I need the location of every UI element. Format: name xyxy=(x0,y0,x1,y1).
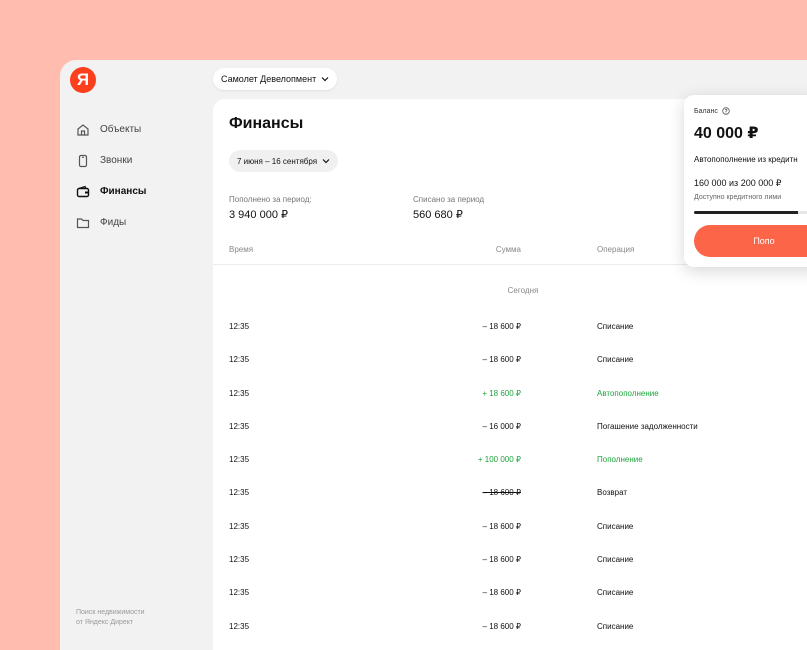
footer-line: от Яндекс Директ xyxy=(76,619,134,626)
row-time: 12:35 xyxy=(229,355,250,365)
row-sum: – 16 000 ₽ xyxy=(482,421,521,431)
row-operation: Автопополнение xyxy=(597,388,659,398)
row-operation: Погашение задолженности xyxy=(597,421,698,431)
row-time: 12:35 xyxy=(229,588,250,598)
group-label-today: Сегодня xyxy=(507,286,539,295)
row-time: 12:35 xyxy=(229,521,250,531)
credit-available-label: Доступно кредитного лими xyxy=(694,194,782,201)
row-time: 12:35 xyxy=(229,388,250,398)
row-operation: Списание xyxy=(597,621,634,631)
row-time: 12:35 xyxy=(229,488,250,498)
sidebar-item-label: Финансы xyxy=(100,186,147,197)
row-operation: Списание xyxy=(597,355,634,365)
credit-limit-fill xyxy=(694,211,798,214)
row-operation: Списание xyxy=(597,521,634,531)
table-row[interactable]: 12:35 + 100 000 ₽ Пополнение xyxy=(213,448,807,481)
wallet-icon xyxy=(76,185,90,197)
transactions-list: 12:35 – 18 600 ₽ Списание 12:35 – 18 600 ₽ С… xyxy=(213,315,807,648)
row-sum: – 18 600 ₽ xyxy=(482,621,521,631)
row-sum: + 18 600 ₽ xyxy=(482,388,521,398)
table-row[interactable]: 12:35 – 18 600 ₽ Списание xyxy=(213,315,807,348)
yandex-logo[interactable]: Я xyxy=(70,67,96,93)
balance-label: Баланс xyxy=(694,107,718,115)
footer-line: Поиск недвижимости xyxy=(76,609,145,616)
autotopup-text: Автопополнение из кредитн xyxy=(694,155,798,164)
chevron-down-icon xyxy=(322,159,330,164)
row-time: 12:35 xyxy=(229,455,250,465)
date-range-select[interactable]: 7 июня – 16 сентября xyxy=(229,150,339,172)
row-operation: Возврат xyxy=(597,488,627,498)
date-range-label: 7 июня – 16 сентября xyxy=(237,156,318,166)
balance-label-row: Баланс xyxy=(694,107,730,115)
row-sum: + 100 000 ₽ xyxy=(477,455,521,465)
row-sum: – 18 600 ₽ xyxy=(482,322,521,331)
column-header-time[interactable]: Время xyxy=(229,245,253,254)
row-time: 12:35 xyxy=(229,621,250,631)
row-time: 12:35 xyxy=(229,555,250,565)
credit-limit-value: 160 000 из 200 000 ₽ xyxy=(694,178,782,188)
row-time: 12:35 xyxy=(229,421,250,431)
table-row[interactable]: 12:35 – 18 600 ₽ Возврат xyxy=(213,481,807,514)
phone-icon xyxy=(78,154,88,167)
table-row[interactable]: 12:35 – 18 600 ₽ Списание xyxy=(213,548,807,581)
table-row[interactable]: 12:35 – 18 600 ₽ Списание xyxy=(213,615,807,648)
stat-label: Пополнено за период: xyxy=(229,195,312,204)
column-header-sum[interactable]: Сумма xyxy=(413,245,521,254)
row-sum: – 18 600 ₽ xyxy=(482,555,521,565)
balance-card: Баланс 40 000 ₽ Автопополнение из кредит… xyxy=(684,95,807,267)
row-time: 12:35 xyxy=(229,322,250,331)
sidebar-item-label: Фиды xyxy=(100,217,127,228)
row-sum: – 18 600 ₽ xyxy=(482,588,521,598)
page-title: Финансы xyxy=(229,115,304,132)
stat-value: 3 940 000 ₽ xyxy=(229,209,288,221)
sidebar-footer: Поиск недвижимости от Яндекс Директ xyxy=(76,608,186,628)
sidebar-item-label: Звонки xyxy=(100,155,133,166)
stat-label: Списано за период xyxy=(413,195,485,204)
balance-amount: 40 000 ₽ xyxy=(694,125,759,142)
row-sum: – 18 600 ₽ xyxy=(482,521,521,531)
sidebar-item-label: Объекты xyxy=(100,124,142,135)
home-icon xyxy=(77,123,89,136)
sidebar-item-objects[interactable]: Объекты xyxy=(76,114,146,145)
row-operation: Списание xyxy=(597,555,634,565)
table-row[interactable]: 12:35 – 18 600 ₽ Списание xyxy=(213,581,807,614)
stat-value: 560 680 ₽ xyxy=(413,209,463,221)
sidebar-item-feeds[interactable]: Фиды xyxy=(76,207,146,238)
stat-spent: Списано за период 560 680 ₽ xyxy=(413,195,484,221)
column-header-operation[interactable]: Операция xyxy=(597,245,634,254)
organization-select[interactable]: Самолет Девелопмент xyxy=(213,68,338,90)
topup-button[interactable]: Попо xyxy=(694,225,807,257)
table-row[interactable]: 12:35 – 16 000 ₽ Погашение задолженности xyxy=(213,415,807,448)
table-row[interactable]: 12:35 – 18 600 ₽ Списание xyxy=(213,515,807,548)
table-row[interactable]: 12:35 – 18 600 ₽ Списание xyxy=(213,348,807,381)
table-row[interactable]: 12:35 + 18 600 ₽ Автопополнение xyxy=(213,382,807,415)
sidebar-nav: Объекты Звонки Финансы Фиды xyxy=(76,114,146,238)
row-operation: Пополнение xyxy=(597,455,643,465)
credit-limit-bar xyxy=(694,211,807,214)
row-sum: – 18 600 ₽ xyxy=(482,488,521,498)
organization-name: Самолет Девелопмент xyxy=(221,74,317,84)
stat-topped-up: Пополнено за период: 3 940 000 ₽ xyxy=(229,195,312,221)
chevron-down-icon xyxy=(321,77,329,82)
sidebar-item-finance[interactable]: Финансы xyxy=(76,176,146,207)
row-operation: Списание xyxy=(597,322,634,331)
row-sum: – 18 600 ₽ xyxy=(482,355,521,365)
sidebar-item-calls[interactable]: Звонки xyxy=(76,145,146,176)
folder-icon xyxy=(76,217,90,228)
row-operation: Списание xyxy=(597,588,634,598)
help-icon[interactable] xyxy=(722,107,730,115)
